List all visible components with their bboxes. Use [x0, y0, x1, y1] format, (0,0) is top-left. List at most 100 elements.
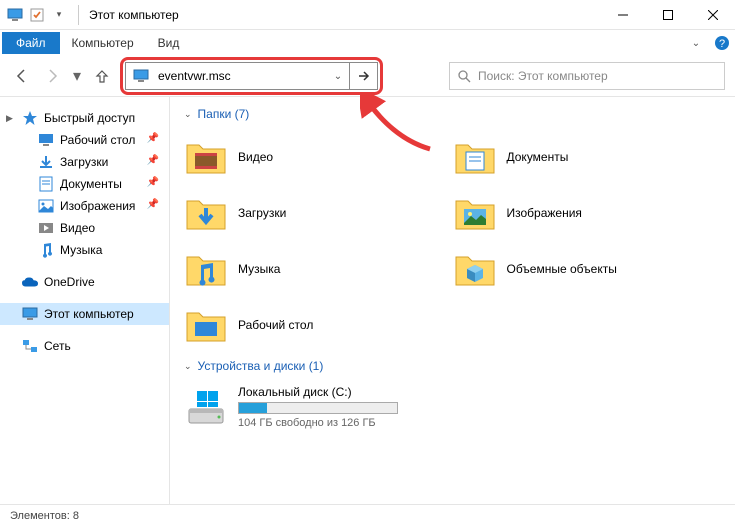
sidebar-item-label: Видео [60, 221, 95, 235]
pin-icon: 📌 [147, 199, 159, 210]
folder-label: Загрузки [238, 206, 286, 220]
folder-music-icon [184, 247, 228, 291]
network-icon [22, 338, 38, 354]
drive-c[interactable]: Локальный диск (C:) 104 ГБ свободно из 1… [184, 381, 721, 433]
statusbar: Элементов: 8 [0, 504, 735, 527]
chevron-down-icon: ⌄ [184, 109, 192, 120]
back-button[interactable] [10, 64, 34, 88]
pin-icon: 📌 [147, 133, 159, 144]
folder-label: Музыка [238, 262, 280, 276]
folder-3d-objects[interactable]: Объемные объекты [453, 241, 722, 297]
sidebar-item-label: Этот компьютер [44, 307, 134, 321]
drive-name: Локальный диск (C:) [238, 385, 398, 399]
svg-text:?: ? [719, 38, 725, 50]
maximize-button[interactable] [645, 0, 690, 30]
downloads-icon [38, 154, 54, 170]
close-button[interactable] [690, 0, 735, 30]
star-icon [22, 110, 38, 126]
sidebar-item-label: Музыка [60, 243, 102, 257]
status-text: Элементов: 8 [10, 510, 79, 522]
navigation-pane: ▶ Быстрый доступ Рабочий стол 📌 Загрузки… [0, 97, 170, 504]
folder-3d-icon [453, 247, 497, 291]
sidebar-this-pc[interactable]: Этот компьютер [0, 303, 169, 325]
address-dropdown-icon[interactable]: ⌄ [327, 63, 349, 89]
pictures-icon [38, 198, 54, 214]
recent-dropdown-icon[interactable]: ▾ [70, 64, 84, 88]
sidebar-onedrive[interactable]: OneDrive [0, 271, 169, 293]
pin-icon: 📌 [147, 155, 159, 166]
pc-icon [6, 6, 24, 24]
up-button[interactable] [90, 64, 114, 88]
folder-downloads[interactable]: Загрузки [184, 185, 453, 241]
sidebar-downloads[interactable]: Загрузки 📌 [0, 151, 169, 173]
window-title: Этот компьютер [83, 8, 600, 22]
qat-dropdown-icon[interactable]: ▾ [50, 6, 68, 24]
sidebar-item-label: Документы [60, 177, 122, 191]
go-button[interactable] [350, 62, 378, 90]
folder-label: Рабочий стол [238, 318, 313, 332]
properties-icon[interactable] [28, 6, 46, 24]
view-tab[interactable]: Вид [146, 32, 192, 54]
folder-videos-icon [184, 135, 228, 179]
folder-documents[interactable]: Документы [453, 129, 722, 185]
search-input[interactable] [478, 69, 724, 83]
sidebar-pictures[interactable]: Изображения 📌 [0, 195, 169, 217]
chevron-down-icon: ⌄ [184, 361, 192, 372]
folder-pictures-icon [453, 191, 497, 235]
folders-group-header[interactable]: ⌄ Папки (7) [184, 107, 721, 121]
help-button[interactable]: ? [709, 30, 735, 56]
sidebar-quick-access[interactable]: ▶ Быстрый доступ [0, 107, 169, 129]
folder-videos[interactable]: Видео [184, 129, 453, 185]
sidebar-music[interactable]: Музыка [0, 239, 169, 261]
folder-label: Видео [238, 150, 273, 164]
drive-meta: 104 ГБ свободно из 126 ГБ [238, 417, 398, 429]
address-highlight: ⌄ [120, 57, 383, 95]
group-label: Устройства и диски (1) [198, 359, 324, 373]
sidebar-item-label: Сеть [44, 339, 71, 353]
pin-icon: 📌 [147, 177, 159, 188]
folder-label: Документы [507, 150, 569, 164]
file-tab[interactable]: Файл [2, 32, 60, 54]
search-icon [450, 69, 478, 83]
desktop-icon [38, 132, 54, 148]
folder-label: Изображения [507, 206, 582, 220]
sidebar-network[interactable]: Сеть [0, 335, 169, 357]
ribbon-expand-icon[interactable]: ⌄ [683, 30, 709, 56]
ribbon-tabs: Файл Компьютер Вид ⌄ ? [0, 30, 735, 56]
devices-group-header[interactable]: ⌄ Устройства и диски (1) [184, 359, 721, 373]
address-bar[interactable]: ⌄ [125, 62, 350, 90]
minimize-button[interactable] [600, 0, 645, 30]
sidebar-documents[interactable]: Документы 📌 [0, 173, 169, 195]
folder-downloads-icon [184, 191, 228, 235]
group-label: Папки (7) [198, 107, 250, 121]
videos-icon [38, 220, 54, 236]
folder-desktop[interactable]: Рабочий стол [184, 297, 453, 353]
sidebar-item-label: Изображения [60, 199, 135, 213]
folder-desktop-icon [184, 303, 228, 347]
sidebar-item-label: OneDrive [44, 275, 95, 289]
onedrive-icon [22, 274, 38, 290]
content-pane: ⌄ Папки (7) Видео Загрузки Музыка [170, 97, 735, 504]
folder-pictures[interactable]: Изображения [453, 185, 722, 241]
music-icon [38, 242, 54, 258]
sidebar-videos[interactable]: Видео [0, 217, 169, 239]
pc-icon [130, 65, 152, 87]
search-box[interactable] [449, 62, 725, 90]
divider [78, 5, 79, 25]
documents-icon [38, 176, 54, 192]
address-input[interactable] [156, 69, 327, 83]
navbar: ▾ ⌄ [0, 56, 735, 96]
chevron-right-icon[interactable]: ▶ [6, 113, 13, 124]
sidebar-desktop[interactable]: Рабочий стол 📌 [0, 129, 169, 151]
sidebar-item-label: Загрузки [60, 155, 108, 169]
sidebar-item-label: Быстрый доступ [44, 111, 135, 125]
folder-music[interactable]: Музыка [184, 241, 453, 297]
folder-label: Объемные объекты [507, 262, 617, 276]
quick-access-toolbar: ▾ [0, 6, 74, 24]
drive-usage-bar [238, 402, 398, 414]
pc-icon [22, 306, 38, 322]
forward-button[interactable] [40, 64, 64, 88]
folder-documents-icon [453, 135, 497, 179]
titlebar: ▾ Этот компьютер [0, 0, 735, 30]
computer-tab[interactable]: Компьютер [60, 32, 146, 54]
